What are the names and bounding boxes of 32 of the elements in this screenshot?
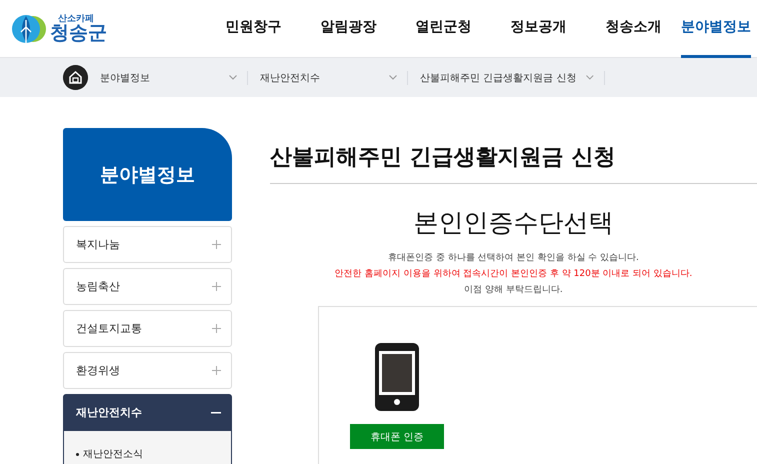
- nav-menu-item[interactable]: 알림광장: [301, 0, 396, 58]
- chevron-down-icon: [229, 75, 237, 80]
- nav-menu-item[interactable]: 열린군청: [396, 0, 491, 58]
- home-icon[interactable]: [63, 65, 88, 90]
- sidebar-menu-item[interactable]: 농림축산: [63, 268, 232, 305]
- page-title: 산불피해주민 긴급생활지원금 신청: [270, 142, 757, 184]
- minus-icon: [211, 412, 221, 414]
- sidebar-menu-item[interactable]: 복지나눔: [63, 226, 232, 263]
- sidebar-menu-item[interactable]: 건설토지교통: [63, 310, 232, 347]
- phone-auth-button[interactable]: 휴대폰 인증: [350, 424, 444, 449]
- chevron-down-icon: [389, 75, 397, 80]
- nav-menu-item[interactable]: 정보공개: [491, 0, 586, 58]
- logo-tagline: 산소카페: [58, 14, 95, 24]
- nav-menu-item[interactable]: 민원창구: [206, 0, 301, 58]
- plus-icon: [212, 366, 221, 375]
- notice-text: 이점 양해 부탁드립니다.: [464, 284, 563, 296]
- nav-menu-item[interactable]: 청송소개: [586, 0, 681, 58]
- breadcrumb-dropdown[interactable]: 산불피해주민 긴급생활지원금 신청: [420, 70, 605, 84]
- sidebar-menu-item[interactable]: 환경위생: [63, 352, 232, 389]
- chevron-down-icon: [586, 75, 594, 80]
- warning-text: 안전한 홈페이지 이용을 위하여 접속시간이 본인인증 후 약 120분 이내로 되어 있습니다.: [334, 268, 692, 280]
- plus-icon: [212, 282, 221, 291]
- breadcrumb-dropdown[interactable]: 분야별정보: [100, 70, 248, 84]
- logo-name: 청송군: [50, 24, 107, 42]
- smartphone-icon: [375, 343, 419, 411]
- breadcrumb-dropdown[interactable]: 재난안전치수: [260, 70, 408, 84]
- plus-icon: [212, 240, 221, 249]
- plus-icon: [212, 324, 221, 333]
- section-title: 본인인증수단선택: [412, 207, 614, 239]
- sidebar-menu-item[interactable]: 재난안전치수: [63, 394, 232, 431]
- sidebar-title: 분야별정보: [63, 128, 232, 221]
- notice-text: 휴대폰인증 중 하나를 선택하여 본인 확인을 하실 수 있습니다.: [388, 252, 639, 264]
